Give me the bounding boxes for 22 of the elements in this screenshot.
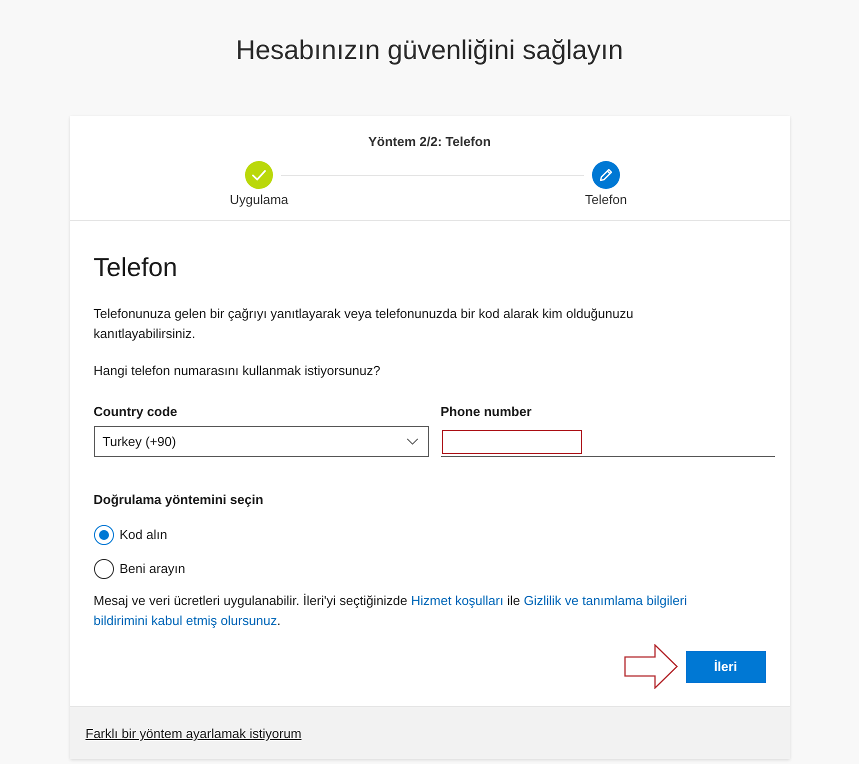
next-button[interactable]: İleri	[686, 650, 766, 682]
step-label: Telefon	[585, 192, 627, 208]
question-text: Hangi telefon numarasını kullanmak istiyorsunuz?	[94, 362, 382, 380]
field-label: Country code	[94, 403, 178, 421]
radio-label[interactable]: Kod alın	[120, 526, 168, 544]
field-label: Phone number	[440, 403, 532, 421]
country-select[interactable]: Turkey (+90)	[94, 426, 428, 457]
field-label: Doğrulama yöntemini seçin	[94, 491, 264, 509]
terms-link[interactable]: Hizmet koşulları	[411, 593, 504, 608]
radio-button[interactable]	[94, 525, 114, 545]
terms-link[interactable]: Gizlilik ve tanımlama bilgileri	[524, 593, 687, 608]
other-method-link[interactable]: Farklı bir yöntem ayarlamak istiyorum	[86, 726, 302, 741]
disclaimer-text: Mesaj ve veri ücretleri uygulanabilir. İleri'yi seçtiğinizde Hizmet koşulları ile Gizlilik ve tanımlama bilgileri bildirimini kabul etmiş olursunuz.	[94, 592, 688, 630]
radio-button[interactable]	[94, 559, 114, 579]
page-title: Hesabınızın güvenliğini sağlayın	[236, 34, 624, 66]
step-label: Uygulama	[230, 192, 288, 208]
terms-link[interactable]: bildirimini kabul etmiş olursunuz	[94, 613, 278, 628]
radio-label[interactable]: Beni arayın	[120, 560, 186, 578]
section-heading: Telefon	[94, 251, 178, 283]
chevron-down-icon	[406, 438, 418, 445]
description-text: Telefonunuza gelen bir çağrıyı yanıtlayarak veya telefonunuzda bir kod alarak kim olduğunuzu kanıtlayabilirsiniz.	[94, 305, 634, 343]
progress-title: Yöntem 2/2: Telefon	[368, 134, 491, 150]
